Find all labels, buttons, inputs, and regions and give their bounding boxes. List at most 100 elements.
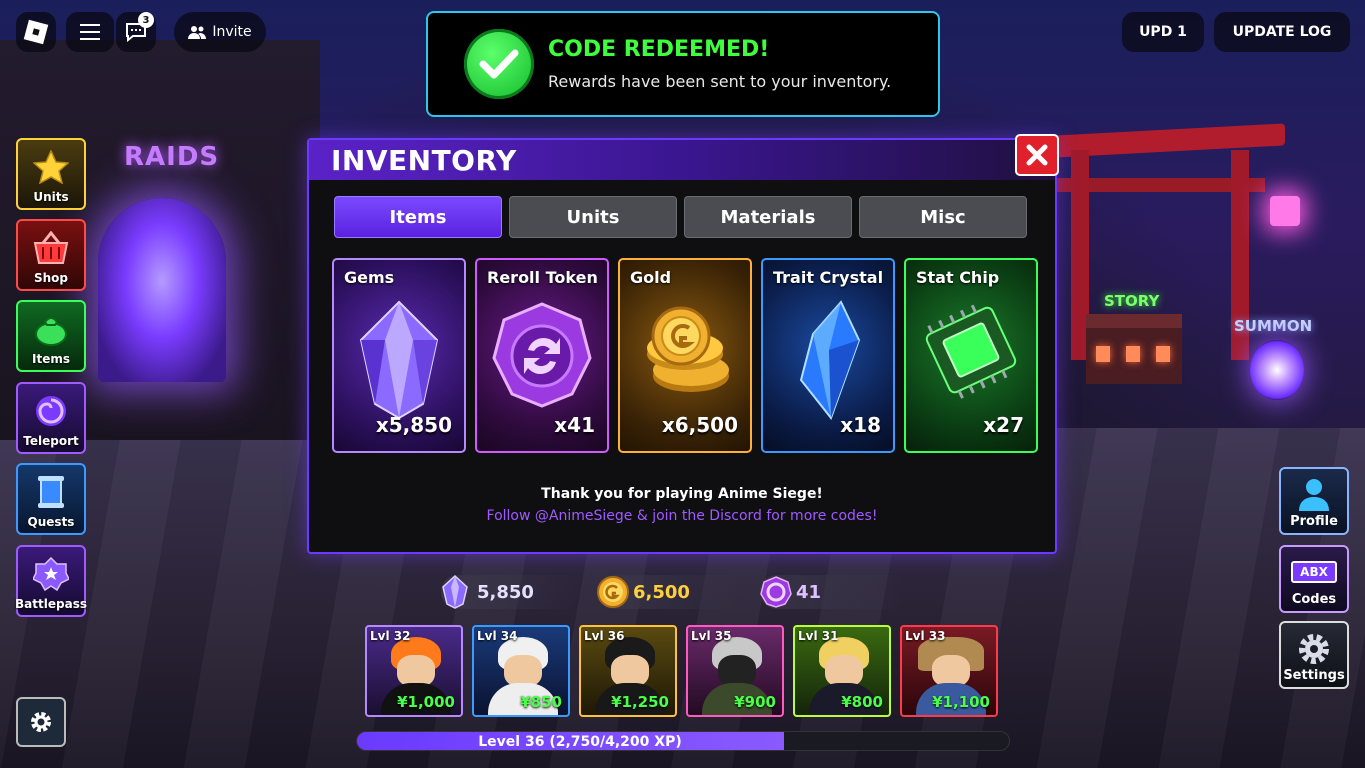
code-redeemed-toast: CODE REDEEMED! Rewards have been sent to… [426, 11, 940, 117]
item-name: Trait Crystal [773, 268, 884, 287]
xp-bar: Level 36 (2,750/4,200 XP) [356, 731, 1010, 751]
item-count: x27 [983, 413, 1024, 437]
profile-label: Profile [1290, 514, 1338, 529]
invite-button[interactable]: Invite [174, 12, 266, 52]
item-name: Reroll Token [487, 268, 598, 287]
update-log-button[interactable]: UPDATE LOG [1214, 12, 1350, 52]
gold-coins-icon [647, 306, 729, 392]
settings-button[interactable]: Settings [1279, 621, 1349, 689]
inventory-tabs: Items Units Materials Misc [334, 196, 1027, 238]
item-count: x6,500 [661, 413, 738, 437]
sidebar-shop-button[interactable]: Shop [16, 219, 86, 291]
sidebar-teleport-label: Teleport [23, 434, 79, 448]
item-name: Stat Chip [916, 268, 1000, 287]
reroll-token-icon [760, 576, 792, 608]
unit-cost: ¥800 [841, 693, 883, 711]
toast-message: Rewards have been sent to your inventory… [548, 72, 892, 91]
codes-button[interactable]: ABX Codes [1279, 545, 1349, 613]
currency-reroll: 41 [760, 575, 906, 609]
item-card-gems[interactable]: Gems x5,850 [332, 258, 466, 453]
item-name: Gold [630, 268, 672, 287]
unit-level: Lvl 35 [691, 629, 732, 643]
unit-cost: ¥850 [520, 693, 562, 711]
item-card-reroll-token[interactable]: Reroll Token x41 [475, 258, 609, 453]
unit-cost: ¥1,000 [397, 693, 455, 711]
unit-level: Lvl 36 [584, 629, 625, 643]
sidebar-items-label: Items [32, 352, 70, 366]
codes-icon: ABX [1291, 561, 1337, 583]
roblox-menu-button[interactable] [16, 12, 56, 52]
badge-icon [33, 557, 69, 591]
reroll-token-icon [492, 302, 592, 408]
star-icon [33, 150, 69, 184]
chip-icon [925, 304, 1017, 399]
settings-label: Settings [1283, 668, 1345, 683]
tab-units[interactable]: Units [509, 196, 677, 238]
tab-items[interactable]: Items [334, 196, 502, 238]
lantern [1270, 196, 1300, 226]
xp-label: Level 36 (2,750/4,200 XP) [478, 734, 682, 750]
basket-icon [33, 231, 69, 264]
inventory-panel: INVENTORY Items Units Materials Misc Gem… [307, 134, 1059, 554]
inventory-header: INVENTORY [309, 140, 1055, 180]
swirl-icon [36, 396, 66, 426]
gems-amount: 5,850 [477, 581, 534, 603]
chat-count-badge: 3 [138, 12, 154, 28]
invite-label: Invite [212, 24, 252, 40]
scroll-icon [38, 476, 64, 508]
unit-slot[interactable]: Lvl 33 ¥1,100 [900, 625, 998, 717]
tab-materials[interactable]: Materials [684, 196, 852, 238]
item-card-gold[interactable]: Gold x6,500 [618, 258, 752, 453]
gold-coin-icon [597, 576, 629, 608]
item-count: x41 [554, 413, 595, 437]
unit-slot[interactable]: Lvl 31 ¥800 [793, 625, 891, 717]
unit-slot[interactable]: Lvl 36 ¥1,250 [579, 625, 677, 717]
gear-icon [1299, 634, 1329, 664]
tab-misc[interactable]: Misc [859, 196, 1027, 238]
currency-gold: 6,500 [597, 575, 742, 609]
story-house [1086, 314, 1182, 384]
summon-portal [1250, 340, 1304, 400]
codes-label: Codes [1291, 592, 1337, 607]
quick-settings-button[interactable] [16, 697, 66, 747]
story-sign: STORY [1104, 292, 1160, 310]
sidebar-quests-button[interactable]: Quests [16, 463, 86, 535]
item-cards: Gems x5,850 Reroll Token x41 Gold x6,500… [332, 258, 1038, 453]
thanks-message: Thank you for playing Anime Siege! [541, 486, 823, 502]
toast-title: CODE REDEEMED! [548, 37, 770, 62]
raids-portal [98, 198, 226, 382]
sidebar-battlepass-label: Battlepass [15, 597, 87, 611]
hamburger-menu-button[interactable] [66, 12, 114, 52]
item-card-stat-chip[interactable]: Stat Chip x27 [904, 258, 1038, 453]
unit-level: Lvl 31 [798, 629, 839, 643]
profile-button[interactable]: Profile [1279, 467, 1349, 535]
close-button[interactable] [1015, 134, 1059, 176]
gem-icon [359, 300, 439, 420]
reroll-amount: 41 [796, 581, 822, 603]
sidebar-items-button[interactable]: Items [16, 300, 86, 372]
close-icon [1026, 144, 1048, 166]
people-icon [188, 26, 207, 39]
chat-button[interactable]: 3 [116, 12, 156, 52]
sidebar-battlepass-button[interactable]: Battlepass [15, 545, 87, 617]
follow-message: Follow @AnimeSiege & join the Discord fo… [486, 508, 878, 524]
bag-icon [35, 317, 67, 346]
upd-button[interactable]: UPD 1 [1122, 12, 1204, 52]
unit-slot[interactable]: Lvl 32 ¥1,000 [365, 625, 463, 717]
item-count: x5,850 [375, 413, 452, 437]
sidebar-quests-label: Quests [27, 515, 75, 529]
gold-amount: 6,500 [633, 581, 690, 603]
item-name: Gems [344, 268, 395, 287]
sidebar-units-button[interactable]: Units [16, 138, 86, 210]
roblox-logo-icon [23, 19, 49, 45]
item-card-trait-crystal[interactable]: Trait Crystal x18 [761, 258, 895, 453]
raids-sign: RAIDS [124, 142, 220, 172]
unit-slot[interactable]: Lvl 35 ¥900 [686, 625, 784, 717]
hamburger-icon [80, 24, 100, 40]
sidebar-teleport-button[interactable]: Teleport [16, 382, 86, 454]
person-icon [1299, 479, 1329, 511]
unit-cost: ¥900 [734, 693, 776, 711]
unit-cost: ¥1,100 [932, 693, 990, 711]
crystal-icon [799, 300, 861, 420]
unit-slot[interactable]: Lvl 34 ¥850 [472, 625, 570, 717]
